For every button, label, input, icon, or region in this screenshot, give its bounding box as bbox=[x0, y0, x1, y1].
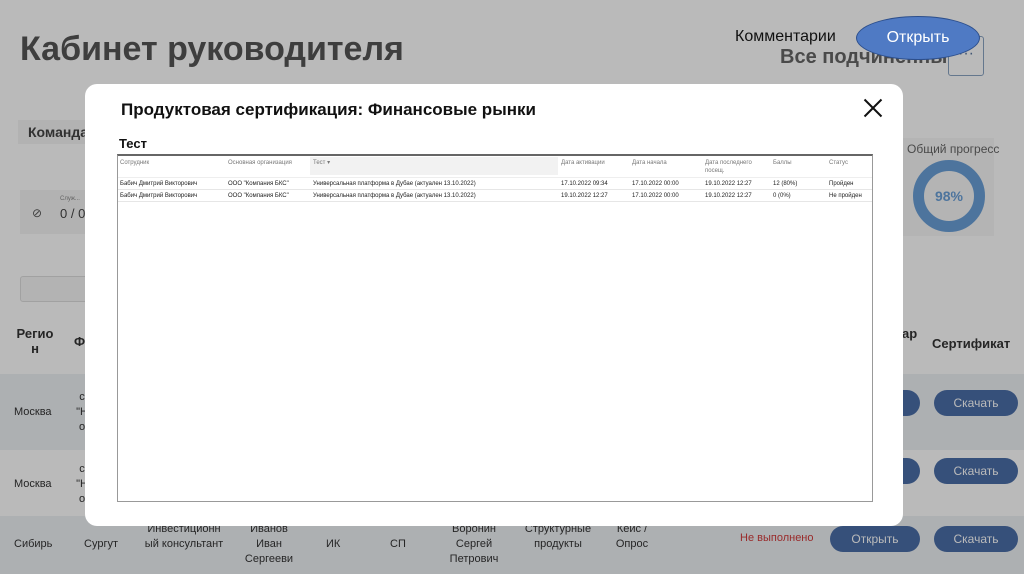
employee-cell: Бабич Дмитрий Викторович bbox=[120, 193, 198, 199]
section-label: Тест bbox=[119, 136, 147, 151]
last-visit-cell: 19.10.2022 12:27 bbox=[705, 193, 752, 199]
column-header-employee[interactable]: Сотрудник bbox=[120, 159, 149, 167]
score-cell: 0 (0%) bbox=[773, 193, 791, 199]
column-header-test[interactable]: Тест ▾ bbox=[310, 157, 558, 175]
last-visit-cell: 19.10.2022 12:27 bbox=[705, 181, 752, 187]
activation-cell: 19.10.2022 12:27 bbox=[561, 193, 608, 199]
score-cell: 12 (80%) bbox=[773, 181, 798, 187]
table-row[interactable]: Бабич Дмитрий Викторович ООО "Компания Б… bbox=[118, 191, 872, 202]
column-header-activation[interactable]: Дата активации bbox=[561, 159, 605, 167]
table-row[interactable]: Бабич Дмитрий Викторович ООО "Компания Б… bbox=[118, 179, 872, 190]
column-header-start[interactable]: Дата начала bbox=[632, 159, 667, 167]
test-cell: Универсальная платформа в Дубае (актуале… bbox=[313, 181, 476, 187]
activation-cell: 17.10.2022 09:34 bbox=[561, 181, 608, 187]
org-cell: ООО "Компания БКС" bbox=[228, 181, 289, 187]
grid-header: Сотрудник Основная организация Тест ▾ Да… bbox=[118, 156, 872, 178]
column-header-org[interactable]: Основная организация bbox=[228, 159, 292, 167]
certification-modal: Продуктовая сертификация: Финансовые рын… bbox=[85, 84, 903, 526]
employee-cell: Бабич Дмитрий Викторович bbox=[120, 181, 198, 187]
status-cell: Пройден bbox=[829, 181, 854, 187]
start-cell: 17.10.2022 00:00 bbox=[632, 193, 679, 199]
column-header-status[interactable]: Статус bbox=[829, 159, 848, 167]
column-header-score[interactable]: Баллы bbox=[773, 159, 792, 167]
column-header-last-visit[interactable]: Дата последнего посещ. bbox=[705, 159, 767, 175]
modal-title: Продуктовая сертификация: Финансовые рын… bbox=[121, 100, 536, 119]
status-cell: Не пройден bbox=[829, 193, 862, 199]
comments-label: Комментарии bbox=[735, 28, 836, 45]
results-grid: Сотрудник Основная организация Тест ▾ Да… bbox=[117, 154, 873, 502]
open-comments-button[interactable]: Открыть bbox=[856, 16, 980, 60]
start-cell: 17.10.2022 00:00 bbox=[632, 181, 679, 187]
test-cell: Универсальная платформа в Дубае (актуале… bbox=[313, 193, 476, 199]
org-cell: ООО "Компания БКС" bbox=[228, 193, 289, 199]
close-icon[interactable] bbox=[861, 96, 885, 120]
